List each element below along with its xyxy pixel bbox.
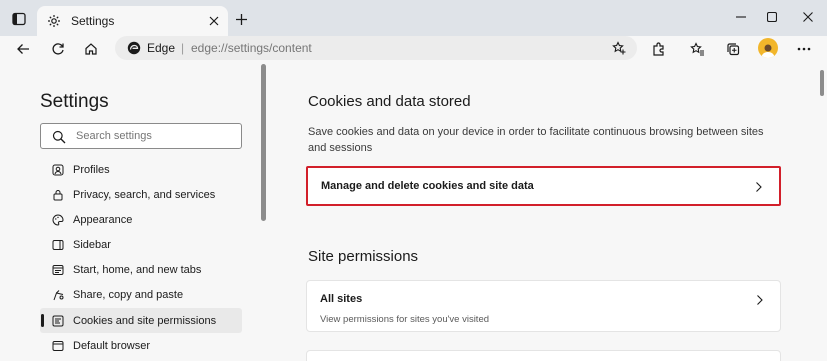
permissions-section-title: Site permissions [308,248,419,265]
manage-cookies-row[interactable]: Manage and delete cookies and site data [306,166,781,206]
sidebar-item-label: Cookies and site permissions [73,314,217,327]
sidebar-item-sidebar[interactable]: Sidebar [40,232,242,257]
sidebar-item-share[interactable]: Share, copy and paste [40,282,242,307]
address-brand: Edge [147,41,176,55]
edge-logo-icon [127,41,141,55]
settings-content: Settings Search settings Profiles Privac… [0,62,827,361]
sidebar-item-label: Appearance [73,213,133,226]
close-icon[interactable] [206,13,222,29]
manage-cookies-label: Manage and delete cookies and site data [321,180,534,192]
tab-settings[interactable]: Settings [37,6,228,36]
share-icon [51,288,64,301]
home-icon[interactable] [80,38,102,60]
extensions-icon[interactable] [648,38,670,60]
next-permission-row[interactable] [306,350,781,361]
all-sites-label: All sites [320,293,363,305]
main-panel: Cookies and data stored Save cookies and… [290,62,810,361]
selected-indicator [41,314,44,327]
search-icon [52,130,66,144]
sidebar-scrollbar[interactable] [261,64,266,221]
sidebar-item-start-home[interactable]: Start, home, and new tabs [40,257,242,282]
sidebar-item-profiles[interactable]: Profiles [40,157,242,182]
add-favorite-icon[interactable] [611,40,627,56]
gear-icon [46,13,62,29]
all-sites-description: View permissions for sites you've visite… [320,314,490,325]
favorites-icon[interactable] [686,38,708,60]
sidebar-item-label: Profiles [73,163,110,176]
sidebar-item-label: Sidebar [73,238,111,251]
all-sites-row[interactable]: All sites View permissions for sites you… [306,280,781,332]
avatar[interactable] [758,38,778,58]
sidebar-item-default-browser[interactable]: Default browser [40,333,242,358]
chevron-right-icon [754,294,766,306]
home-tabs-icon [51,263,64,276]
sidebar-item-appearance[interactable]: Appearance [40,207,242,232]
new-tab-icon[interactable] [232,10,250,28]
chevron-right-icon [753,181,765,193]
settings-sidebar: Settings Search settings Profiles Privac… [26,62,258,361]
refresh-icon[interactable] [47,38,69,60]
address-separator: | [181,41,185,55]
address-bar[interactable]: Edge | edge://settings/content [115,36,637,60]
cookies-section-description: Save cookies and data on your device in … [308,126,764,154]
palette-icon [51,213,64,226]
close-window-icon[interactable] [795,6,821,28]
browser-toolbar: Edge | edge://settings/content [0,36,827,62]
minimize-icon[interactable] [728,6,754,28]
sidebar-item-label: Share, copy and paste [73,288,184,301]
maximize-icon[interactable] [759,6,785,28]
tab-strip: Settings [0,0,827,36]
tab-actions-icon[interactable] [8,8,30,30]
back-arrow-icon[interactable] [12,38,34,60]
sidebar-item-label: Start, home, and new tabs [73,263,202,276]
cookies-section-title: Cookies and data stored [308,93,471,110]
tab-title: Settings [71,14,115,28]
profile-icon [51,163,64,176]
address-url: edge://settings/content [191,41,312,55]
collections-icon[interactable] [722,38,744,60]
lock-icon [51,188,64,201]
sidebar-icon [51,238,64,251]
search-placeholder: Search settings [76,130,152,142]
main-scrollbar[interactable] [820,70,824,96]
more-options-icon[interactable] [793,38,815,60]
sidebar-item-label: Default browser [73,339,151,352]
sidebar-item-privacy[interactable]: Privacy, search, and services [40,182,242,207]
search-input[interactable]: Search settings [40,123,242,149]
sidebar-item-label: Privacy, search, and services [73,188,216,201]
sidebar-item-cookies-permissions[interactable]: Cookies and site permissions [40,308,242,333]
browser-icon [51,339,64,352]
page-title: Settings [40,91,109,112]
cookie-permissions-icon [51,314,64,327]
